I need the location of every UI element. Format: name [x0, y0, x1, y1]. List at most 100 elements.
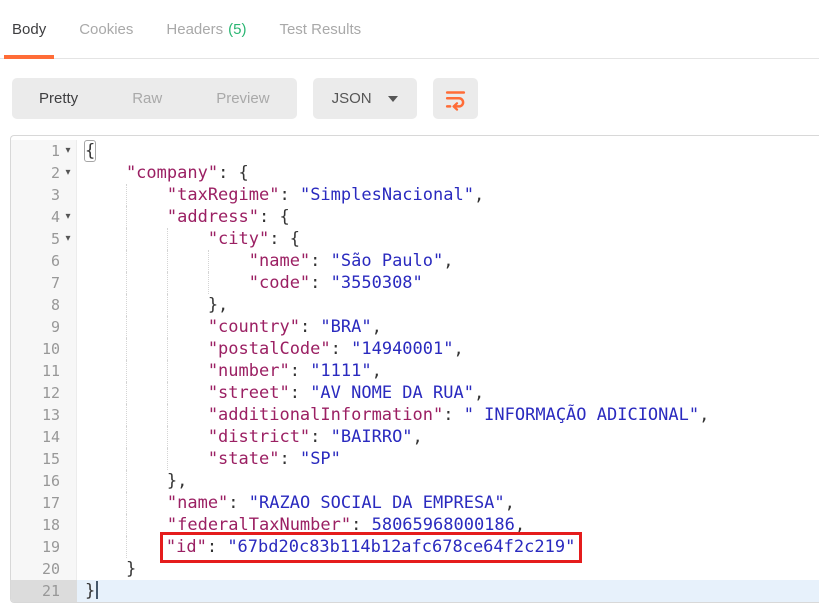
code-line-text[interactable]: "postalCode": "14940001",: [77, 338, 819, 360]
code-line: 11"number": "1111",: [11, 360, 819, 382]
tab-headers[interactable]: Headers(5): [158, 0, 254, 58]
token-pun: :: [228, 493, 248, 513]
response-body-editor[interactable]: 1▾{2▾"company": {3"taxRegime": "SimplesN…: [10, 135, 819, 603]
code-line-text[interactable]: "name": "RAZAO SOCIAL DA EMPRESA",: [77, 492, 819, 514]
token-pun: :: [279, 185, 299, 205]
wrap-text-button[interactable]: [433, 78, 478, 119]
code-line-text[interactable]: "address": {: [77, 206, 819, 228]
indent-guide: [208, 272, 209, 294]
code-line-text[interactable]: {: [77, 140, 819, 162]
token-pun: ,: [453, 339, 463, 359]
token-key: "company": [126, 163, 218, 183]
code-line: 15"state": "SP": [11, 448, 819, 470]
code-line: 9 "country": "BRA",: [11, 316, 819, 338]
code-line-text[interactable]: },: [77, 294, 819, 316]
line-number: 12: [22, 382, 60, 404]
indent-guide: [126, 228, 127, 250]
code-line-text[interactable]: },: [77, 470, 819, 492]
line-number: 10: [22, 338, 60, 360]
fold-caret-icon[interactable]: ▾: [60, 228, 76, 250]
tab-test-results[interactable]: Test Results: [271, 0, 369, 58]
token-key: "postalCode": [208, 339, 331, 359]
indent-whitespace: [85, 206, 167, 228]
gutter-cell: 15: [11, 448, 77, 470]
indent-guide: [126, 338, 127, 360]
code-line-text[interactable]: "state": "SP": [77, 448, 819, 470]
token-pun: ,: [413, 427, 423, 447]
fold-caret-icon[interactable]: ▾: [60, 140, 76, 162]
indent-guide: [167, 272, 168, 294]
code-line-text[interactable]: "country": "BRA",: [77, 316, 819, 338]
token-str: "1111": [310, 361, 371, 381]
indent-guide: [126, 250, 127, 272]
indent-whitespace: [85, 360, 208, 382]
token-key: "street": [208, 383, 290, 403]
code-line-text[interactable]: "taxRegime": "SimplesNacional",: [77, 184, 819, 206]
token-key: "state": [208, 449, 280, 469]
indent-guide: [126, 294, 127, 316]
token-pun: }: [126, 559, 136, 579]
line-number: 9: [22, 316, 60, 338]
code-line-text[interactable]: "company": {: [77, 162, 819, 184]
code-line: 12 "street": "AV NOME DA RUA",: [11, 382, 819, 404]
code-line: 16},: [11, 470, 819, 492]
indent-whitespace: [85, 382, 208, 404]
code-line-text[interactable]: "street": "AV NOME DA RUA",: [77, 382, 819, 404]
token-str: "SP": [300, 449, 341, 469]
gutter-cell: 11: [11, 360, 77, 382]
gutter-cell: 14: [11, 426, 77, 448]
indent-whitespace: [85, 536, 167, 558]
indent-whitespace: [85, 426, 208, 448]
code-line: 10 "postalCode": "14940001",: [11, 338, 819, 360]
token-key: "taxRegime": [167, 185, 280, 205]
gutter-cell: 19: [11, 536, 77, 558]
indent-guide: [167, 316, 168, 338]
gutter-cell: 20: [11, 558, 77, 580]
code-line-text[interactable]: }: [77, 558, 819, 580]
language-dropdown[interactable]: JSON: [313, 78, 417, 119]
line-number: 8: [22, 294, 60, 316]
indent-guide: [167, 360, 168, 382]
tab-cookies[interactable]: Cookies: [71, 0, 141, 58]
token-pun: : {: [269, 229, 300, 249]
token-key: "code": [249, 273, 310, 293]
code-line: 6"name": "São Paulo",: [11, 250, 819, 272]
code-line-text[interactable]: "city": {: [77, 228, 819, 250]
token-pun: ,: [372, 361, 382, 381]
token-str: "14940001": [351, 339, 453, 359]
indent-guide: [126, 404, 127, 426]
wrap-text-icon: [443, 86, 468, 111]
code-line-text[interactable]: }: [77, 580, 819, 602]
code-line-text[interactable]: "district": "BAIRRO",: [77, 426, 819, 448]
tab-body[interactable]: Body: [4, 0, 54, 58]
line-number: 7: [22, 272, 60, 294]
indent-guide: [126, 184, 127, 206]
code-line: 13"additionalInformation": " INFORMAÇÃO …: [11, 404, 819, 426]
indent-whitespace: [85, 514, 167, 536]
token-pun: }: [85, 581, 95, 601]
indent-whitespace: [85, 272, 249, 294]
token-key: "id": [166, 537, 207, 557]
fold-caret-icon[interactable]: ▾: [60, 206, 76, 228]
code-line-text[interactable]: "number": "1111",: [77, 360, 819, 382]
view-mode-pretty[interactable]: Pretty: [12, 90, 105, 107]
fold-caret-icon[interactable]: ▾: [60, 162, 76, 184]
indent-guide: [167, 294, 168, 316]
code-line: 17"name": "RAZAO SOCIAL DA EMPRESA",: [11, 492, 819, 514]
gutter-cell: 4▾: [11, 206, 77, 228]
code-line-text[interactable]: "code": "3550308": [77, 272, 819, 294]
view-mode-preview[interactable]: Preview: [189, 90, 296, 107]
gutter-cell: 3: [11, 184, 77, 206]
gutter-cell: 5▾: [11, 228, 77, 250]
gutter-cell: 7: [11, 272, 77, 294]
line-number: 4: [22, 206, 60, 228]
gutter-cell: 18: [11, 514, 77, 536]
code-line-text[interactable]: "name": "São Paulo",: [77, 250, 819, 272]
line-number: 21: [22, 580, 60, 602]
indent-guide: [167, 338, 168, 360]
view-mode-raw[interactable]: Raw: [105, 90, 189, 107]
gutter-cell: 16: [11, 470, 77, 492]
indent-guide: [126, 470, 127, 492]
code-line-text[interactable]: "id": "67bd20c83b114b12afc678ce64f2c219": [77, 536, 819, 558]
code-line-text[interactable]: "additionalInformation": " INFORMAÇÃO AD…: [77, 404, 819, 426]
